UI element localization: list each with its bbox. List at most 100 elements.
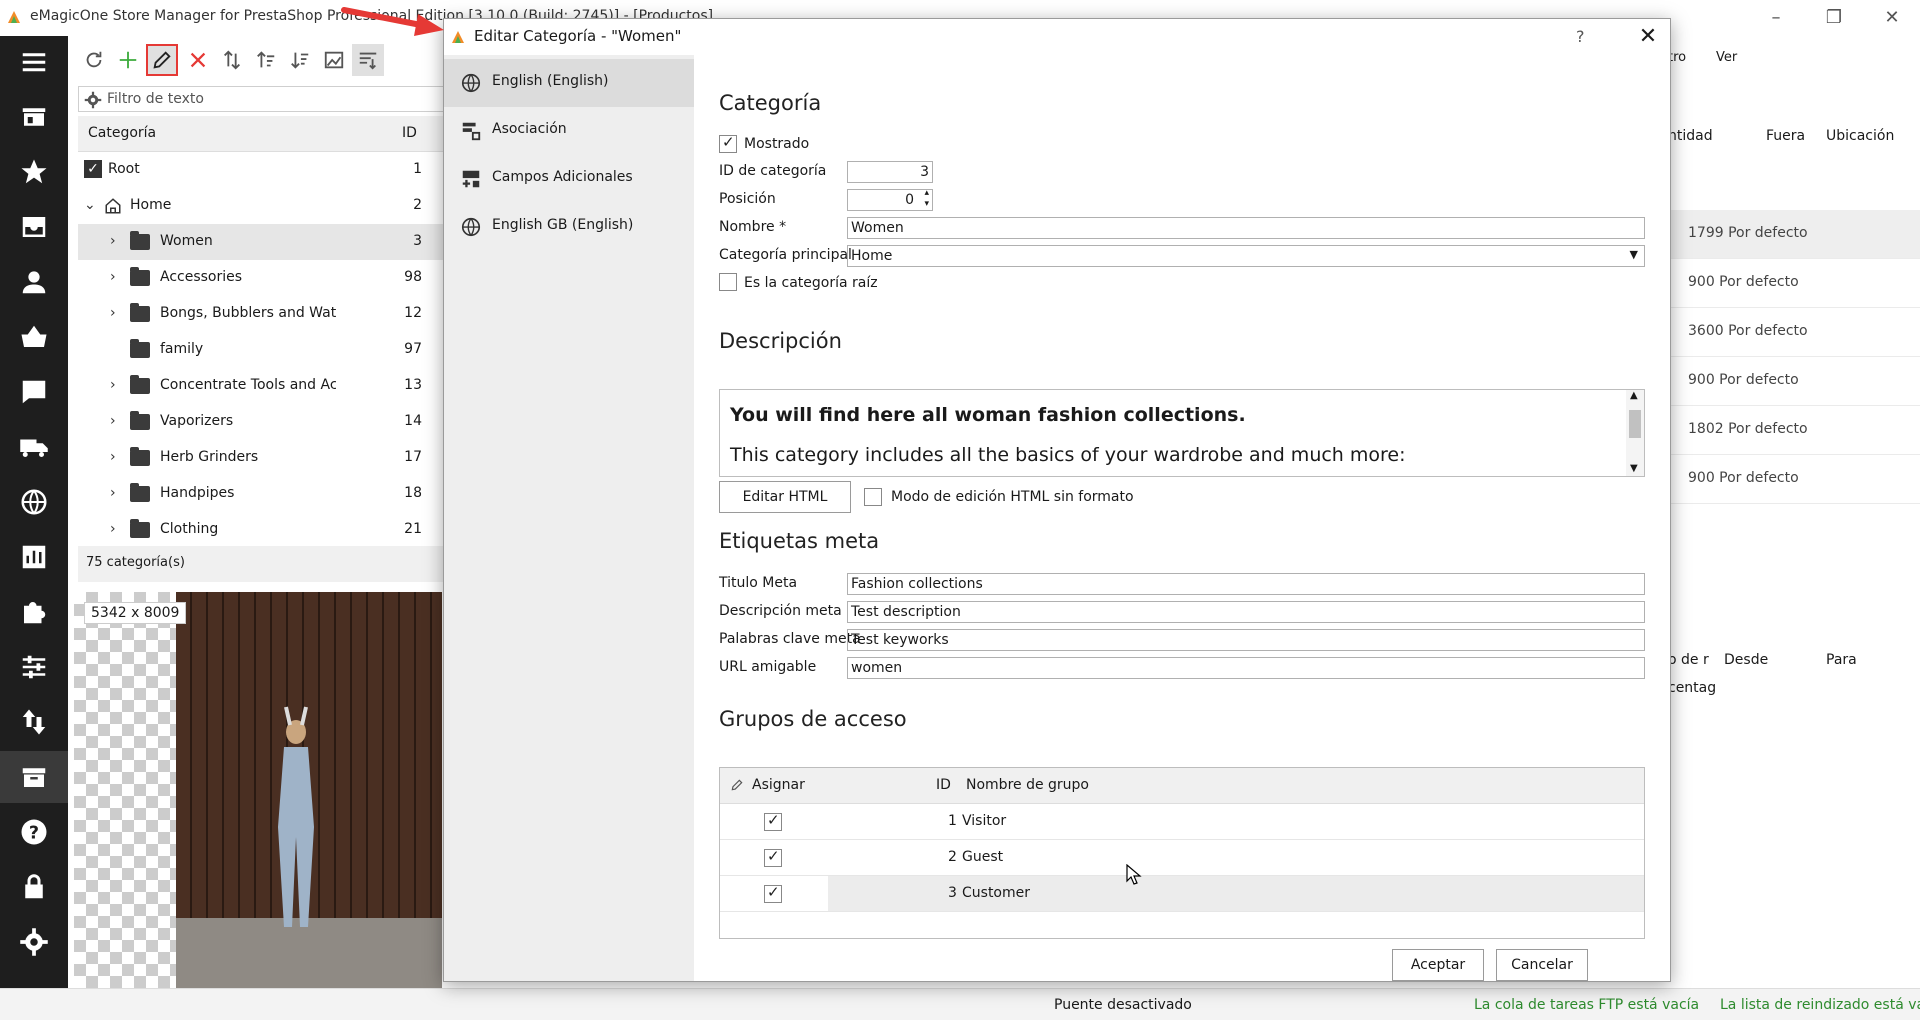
grid-row[interactable]: 1802 Por defecto	[1668, 406, 1920, 455]
chevron-right-icon[interactable]: ›	[110, 233, 124, 249]
group-row-customer[interactable]: 3 Customer	[720, 876, 1644, 912]
tree-row-women[interactable]: › Women 3	[78, 224, 444, 260]
scroll-down-icon[interactable]: ▼	[1630, 463, 1638, 474]
tree-row-home[interactable]: ⌄ Home 2	[78, 188, 444, 224]
scroll-up-icon[interactable]: ▲	[1630, 390, 1638, 401]
move-up-button[interactable]	[250, 44, 282, 76]
friendly-url-field[interactable]: women	[847, 657, 1645, 679]
description-editor[interactable]: You will find here all woman fashion col…	[719, 389, 1645, 477]
chat-icon[interactable]	[0, 366, 68, 418]
sliders-icon[interactable]	[0, 641, 68, 693]
tree-row-clothing[interactable]: › Clothing 21	[78, 512, 444, 548]
raw-html-checkbox[interactable]	[864, 488, 882, 506]
globe-icon[interactable]	[0, 476, 68, 528]
move-down-button[interactable]	[284, 44, 316, 76]
group-assign-checkbox[interactable]	[764, 811, 782, 831]
root-category-checkbox[interactable]	[719, 273, 737, 291]
shown-checkbox[interactable]	[719, 133, 737, 153]
inbox-icon[interactable]	[0, 201, 68, 253]
star-icon[interactable]	[0, 146, 68, 198]
chevron-right-icon[interactable]: ›	[110, 521, 124, 537]
lock-icon[interactable]	[0, 861, 68, 913]
group-assign-checkbox[interactable]	[764, 847, 782, 867]
grid-row[interactable]: 900 Por defecto	[1668, 259, 1920, 308]
truck-icon[interactable]	[0, 421, 68, 473]
minimize-button[interactable]: –	[1756, 4, 1796, 32]
filter-button[interactable]	[352, 44, 384, 76]
user-icon[interactable]	[0, 256, 68, 308]
tab-association[interactable]: Asociación	[444, 107, 694, 155]
delete-button[interactable]	[182, 44, 214, 76]
tree-row-bongs[interactable]: › Bongs, Bubblers and Water 12	[78, 296, 444, 332]
menu-icon[interactable]	[0, 36, 68, 88]
description-scrollbar[interactable]: ▲ ▼	[1626, 390, 1644, 476]
position-stepper[interactable]: 0 ▴ ▾	[847, 189, 933, 211]
tree-row-family[interactable]: family 97	[78, 332, 444, 368]
grid-row[interactable]: 1799 Por defecto	[1668, 210, 1920, 259]
group-assign-checkbox[interactable]	[764, 883, 782, 903]
chevron-right-icon[interactable]: ›	[110, 413, 124, 429]
image-button[interactable]	[318, 44, 350, 76]
accept-button[interactable]: Aceptar	[1392, 949, 1484, 981]
box-icon[interactable]	[0, 751, 68, 803]
view-dropdown[interactable]: Ver	[1716, 50, 1737, 65]
basket-icon[interactable]	[0, 311, 68, 363]
transfer-icon[interactable]	[0, 696, 68, 748]
close-window-button[interactable]: ✕	[1872, 4, 1912, 32]
tree-row-concentrate[interactable]: › Concentrate Tools and Acc 13	[78, 368, 444, 404]
meta-keywords-field[interactable]: Test keyworks	[847, 629, 1645, 651]
group-row-guest[interactable]: 2 Guest	[720, 840, 1644, 876]
close-dialog-button[interactable]: ✕	[1634, 23, 1662, 51]
chevron-right-icon[interactable]: ›	[110, 485, 124, 501]
tree-row-handpipes[interactable]: › Handpipes 18	[78, 476, 444, 512]
tab-additional-fields[interactable]: Campos Adicionales	[444, 155, 694, 203]
chevron-right-icon[interactable]: ›	[110, 269, 124, 285]
gear-icon[interactable]	[84, 91, 102, 109]
tree-row-vaporizers[interactable]: › Vaporizers 14	[78, 404, 444, 440]
column-header-id[interactable]: ID	[402, 125, 417, 141]
chevron-right-icon[interactable]: ›	[110, 305, 124, 321]
grid-row[interactable]: 3600 Por defecto	[1668, 308, 1920, 357]
grid-row[interactable]: 900 Por defecto	[1668, 357, 1920, 406]
grid-row[interactable]: 900 Por defecto	[1668, 455, 1920, 504]
edit-button[interactable]	[146, 44, 178, 76]
store-icon[interactable]	[0, 91, 68, 143]
column-header-from[interactable]: Desde	[1724, 652, 1768, 668]
stepper-arrows-icon[interactable]: ▴ ▾	[924, 190, 929, 210]
tree-row-grinders[interactable]: › Herb Grinders 17	[78, 440, 444, 476]
column-header-group-name[interactable]: Nombre de grupo	[966, 777, 1089, 793]
chart-icon[interactable]	[0, 531, 68, 583]
column-header-group-id[interactable]: ID	[936, 777, 951, 793]
tab-english-gb[interactable]: English GB (English)	[444, 203, 694, 251]
category-id-field[interactable]: 3	[847, 161, 933, 183]
column-header-location[interactable]: Ubicación	[1826, 128, 1894, 144]
restore-button[interactable]: ❐	[1814, 4, 1854, 32]
chevron-right-icon[interactable]: ›	[110, 377, 124, 393]
tree-row-accessories[interactable]: › Accessories 98	[78, 260, 444, 296]
tab-english[interactable]: English (English)	[444, 59, 694, 107]
meta-title-field[interactable]: Fashion collections	[847, 573, 1645, 595]
column-header-to[interactable]: Para	[1826, 652, 1857, 668]
add-button[interactable]	[112, 44, 144, 76]
puzzle-icon[interactable]	[0, 586, 68, 638]
meta-description-field[interactable]: Test description	[847, 601, 1645, 623]
column-header-quantity[interactable]: ntidad	[1668, 128, 1713, 144]
edit-html-button[interactable]: Editar HTML	[719, 481, 851, 513]
gear-icon[interactable]	[0, 916, 68, 968]
column-header-category[interactable]: Categoría	[88, 125, 156, 141]
chevron-right-icon[interactable]: ›	[110, 449, 124, 465]
tree-row-root[interactable]: ✓ Root 1	[78, 152, 444, 188]
cancel-button[interactable]: Cancelar	[1496, 949, 1588, 981]
chevron-down-icon[interactable]: ⌄	[84, 197, 98, 213]
group-row-visitor[interactable]: 1 Visitor	[720, 804, 1644, 840]
column-header-assign[interactable]: Asignar	[752, 777, 805, 793]
refresh-button[interactable]	[78, 44, 110, 76]
name-field[interactable]: Women	[847, 217, 1645, 239]
help-icon[interactable]: ?	[0, 806, 68, 858]
parent-category-select[interactable]: Home ▼	[847, 245, 1645, 267]
scroll-thumb[interactable]	[1629, 410, 1641, 438]
column-header-type[interactable]: o de r	[1668, 652, 1709, 668]
help-button[interactable]: ?	[1576, 27, 1585, 46]
sort-button[interactable]	[216, 44, 248, 76]
column-header-out[interactable]: Fuera	[1766, 128, 1805, 144]
